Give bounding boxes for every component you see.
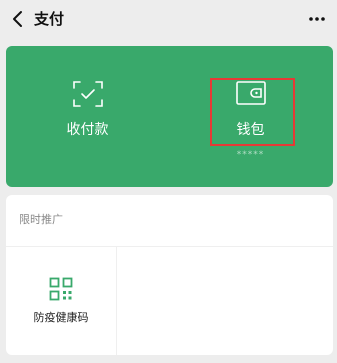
health-code-label: 防疫健康码 <box>33 311 89 324</box>
promotion-card: 限时推广 防疫健康码 <box>6 195 333 355</box>
wallet-icon <box>235 81 266 105</box>
wallet-label: 钱包 <box>236 122 265 138</box>
back-arrow-icon[interactable] <box>10 10 26 28</box>
payment-hero-card: 收付款 钱包 ***** <box>6 46 333 187</box>
top-navigation-bar: 支付 <box>0 0 337 40</box>
wallet-button[interactable]: 钱包 ***** <box>169 46 332 187</box>
receive-pay-label: 收付款 <box>66 122 109 138</box>
health-code-button[interactable]: 防疫健康码 <box>6 247 116 355</box>
page-title: 支付 <box>34 10 65 28</box>
promotion-column-divider <box>116 246 117 355</box>
scan-check-icon <box>72 81 103 107</box>
promotion-header: 限时推广 <box>19 213 63 226</box>
more-dots-icon[interactable] <box>307 9 327 29</box>
receive-pay-button[interactable]: 收付款 <box>6 46 169 187</box>
wallet-balance-masked: ***** <box>236 150 265 160</box>
qr-code-icon <box>49 277 73 301</box>
